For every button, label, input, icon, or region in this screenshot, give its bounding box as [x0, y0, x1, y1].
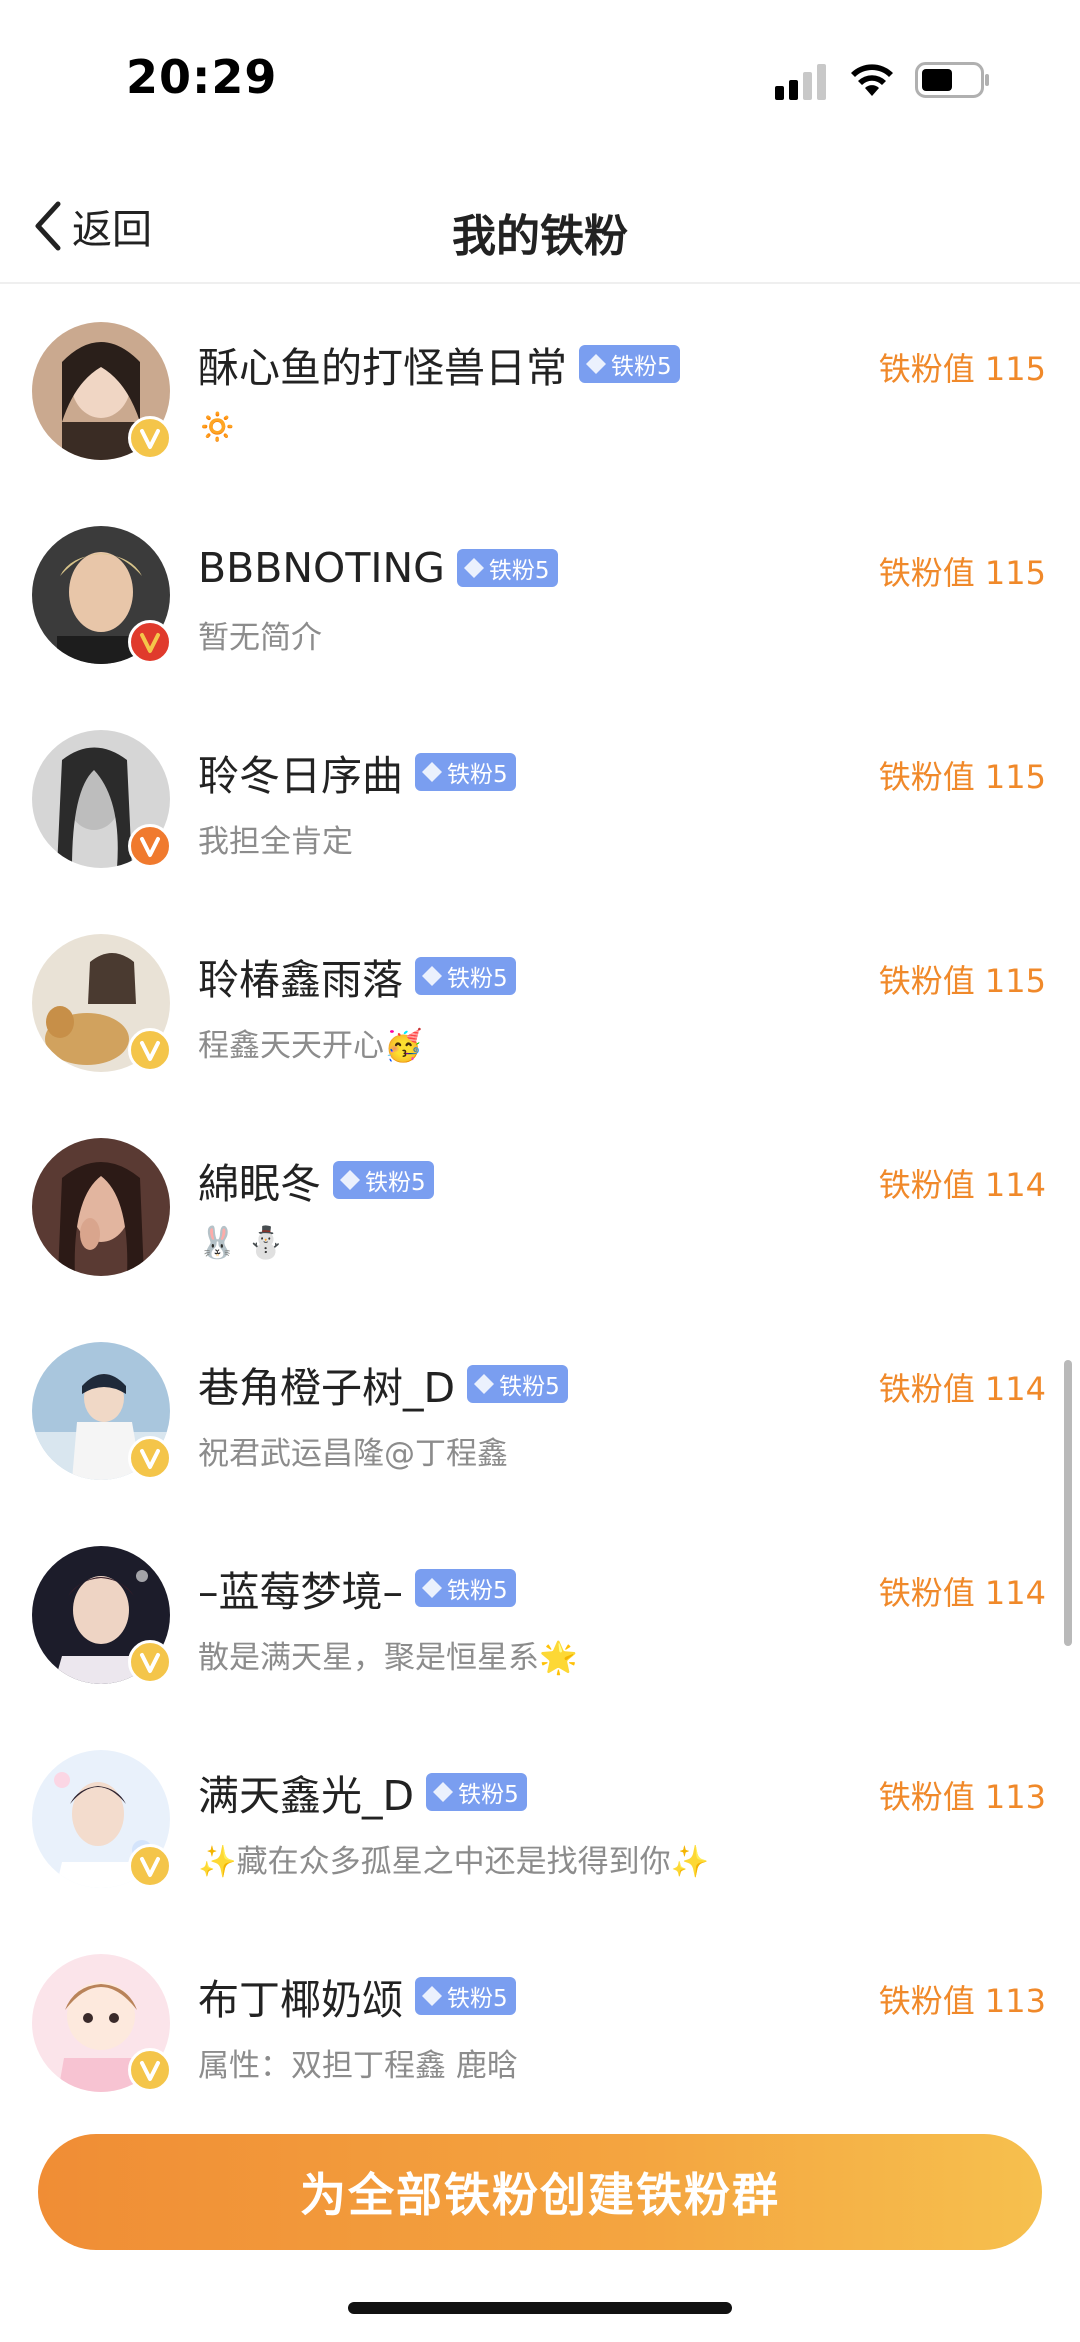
verified-badge-icon — [128, 2048, 172, 2092]
diamond-icon — [340, 1170, 360, 1190]
verified-badge-icon — [128, 1640, 172, 1684]
fan-level-badge: 铁粉5 — [415, 1977, 516, 2015]
fan-list-item[interactable]: 聆椿鑫雨落 铁粉5 程鑫天天开心🥳 铁粉值 115 — [0, 898, 1080, 1102]
fan-bio: ✨藏在众多孤星之中还是找得到你✨ — [198, 1844, 710, 1880]
bottom-action-bar: 为全部铁粉创建铁粉群 — [0, 2106, 1080, 2342]
fan-bio: 程鑫天天开心🥳 — [198, 1028, 423, 1064]
fan-name: –蓝莓梦境– — [198, 1568, 403, 1616]
fan-level-badge: 铁粉5 — [415, 753, 516, 791]
fan-name: BBBNOTING — [198, 544, 445, 592]
fan-bio: 属性：双担丁程鑫 鹿晗 — [198, 2048, 518, 2084]
fan-bio: 🐰 ⛄ — [198, 1225, 286, 1261]
fan-bio: 祝君武运昌隆@丁程鑫 — [198, 1436, 508, 1472]
fan-list-item[interactable]: 布丁椰奶颂 铁粉5 属性：双担丁程鑫 鹿晗 铁粉值 113 — [0, 1918, 1080, 2122]
scrollbar[interactable] — [1064, 1360, 1072, 1646]
fan-score: 铁粉值 114 — [878, 1574, 1046, 1612]
fan-name: 聆冬日序曲 — [198, 752, 403, 800]
fan-score: 铁粉值 115 — [878, 962, 1046, 1000]
fan-score: 铁粉值 115 — [878, 758, 1046, 796]
fan-level-label: 铁粉5 — [499, 1374, 560, 1400]
fan-bio: 暂无简介 — [198, 620, 322, 656]
fan-name: 布丁椰奶颂 — [198, 1976, 403, 2024]
verified-badge-icon — [128, 824, 172, 868]
verified-badge-icon — [128, 1844, 172, 1888]
verified-badge-icon — [128, 620, 172, 664]
fan-level-badge: 铁粉5 — [415, 957, 516, 995]
create-fan-group-label: 为全部铁粉创建铁粉群 — [300, 2168, 780, 2222]
fan-score: 铁粉值 115 — [878, 350, 1046, 388]
fan-level-label: 铁粉5 — [611, 354, 672, 380]
cellular-signal-icon — [775, 64, 826, 100]
fan-name: 酥心鱼的打怪兽日常 — [198, 344, 567, 392]
diamond-icon — [422, 966, 442, 986]
status-bar: 20:29 — [0, 0, 1080, 150]
fan-score: 铁粉值 113 — [878, 1778, 1046, 1816]
verified-badge-icon — [128, 1436, 172, 1480]
fan-list-item[interactable]: 满天鑫光_D 铁粉5 ✨藏在众多孤星之中还是找得到你✨ 铁粉值 113 — [0, 1714, 1080, 1918]
diamond-icon — [463, 558, 484, 578]
fan-level-badge: 铁粉5 — [415, 1569, 516, 1607]
diamond-icon — [586, 354, 606, 374]
fan-list-item[interactable]: 酥心鱼的打怪兽日常 铁粉5 🔅 铁粉值 115 — [0, 286, 1080, 490]
fan-name: 綿眠冬 — [198, 1160, 321, 1208]
diamond-icon — [422, 762, 442, 782]
fan-score: 铁粉值 114 — [878, 1166, 1046, 1204]
diamond-icon — [422, 1578, 442, 1598]
fan-level-badge: 铁粉5 — [333, 1161, 434, 1199]
diamond-icon — [474, 1374, 495, 1394]
fan-score: 铁粉值 115 — [878, 554, 1046, 592]
fan-level-label: 铁粉5 — [365, 1170, 426, 1196]
fan-name: 聆椿鑫雨落 — [198, 956, 403, 1004]
battery-icon — [915, 62, 989, 98]
fan-name: 满天鑫光_D — [198, 1772, 415, 1820]
fan-list-item[interactable]: 巷角橙子树_D 铁粉5 祝君武运昌隆@丁程鑫 铁粉值 114 — [0, 1306, 1080, 1510]
fan-level-label: 铁粉5 — [488, 558, 550, 584]
fan-list-item[interactable]: 綿眠冬 铁粉5 🐰 ⛄ 铁粉值 114 — [0, 1102, 1080, 1306]
fan-level-badge: 铁粉5 — [456, 549, 558, 587]
fan-name: 巷角橙子树_D — [198, 1364, 456, 1412]
fan-level-label: 铁粉5 — [447, 966, 508, 992]
fan-level-label: 铁粉5 — [458, 1782, 519, 1808]
fan-list-item[interactable]: 聆冬日序曲 铁粉5 我担全肯定 铁粉值 115 — [0, 694, 1080, 898]
fan-list-item[interactable]: –蓝莓梦境– 铁粉5 散是满天星，聚是恒星系🌟 铁粉值 114 — [0, 1510, 1080, 1714]
fan-bio: 🔅 — [198, 409, 237, 445]
navigation-bar: 返回 我的铁粉 — [0, 170, 1080, 284]
fan-level-badge: 铁粉5 — [426, 1773, 527, 1811]
verified-badge-icon — [128, 416, 172, 460]
diamond-icon — [433, 1782, 454, 1802]
fan-level-badge: 铁粉5 — [579, 345, 680, 383]
fan-bio: 散是满天星，聚是恒星系🌟 — [198, 1640, 578, 1676]
fan-score: 铁粉值 114 — [878, 1370, 1046, 1408]
fan-list-item[interactable]: BBBNOTING 铁粉5 暂无简介 铁粉值 115 — [0, 490, 1080, 694]
fan-list: 酥心鱼的打怪兽日常 铁粉5 🔅 铁粉值 115 BBBNOTING 铁粉5 暂无… — [0, 286, 1080, 2122]
home-indicator — [348, 2302, 732, 2314]
diamond-icon — [422, 1986, 442, 2006]
page-title: 我的铁粉 — [452, 211, 628, 262]
fan-level-badge: 铁粉5 — [467, 1365, 568, 1403]
verified-badge-icon — [128, 1028, 172, 1072]
fan-bio: 我担全肯定 — [198, 824, 353, 860]
fan-level-label: 铁粉5 — [447, 1578, 508, 1604]
wifi-icon — [851, 64, 893, 96]
fan-level-label: 铁粉5 — [447, 762, 508, 788]
fan-score: 铁粉值 113 — [878, 1982, 1046, 2020]
status-time: 20:29 — [126, 50, 278, 104]
fan-level-label: 铁粉5 — [447, 1986, 508, 2012]
create-fan-group-button[interactable]: 为全部铁粉创建铁粉群 — [38, 2134, 1042, 2250]
avatar[interactable] — [32, 1138, 170, 1276]
